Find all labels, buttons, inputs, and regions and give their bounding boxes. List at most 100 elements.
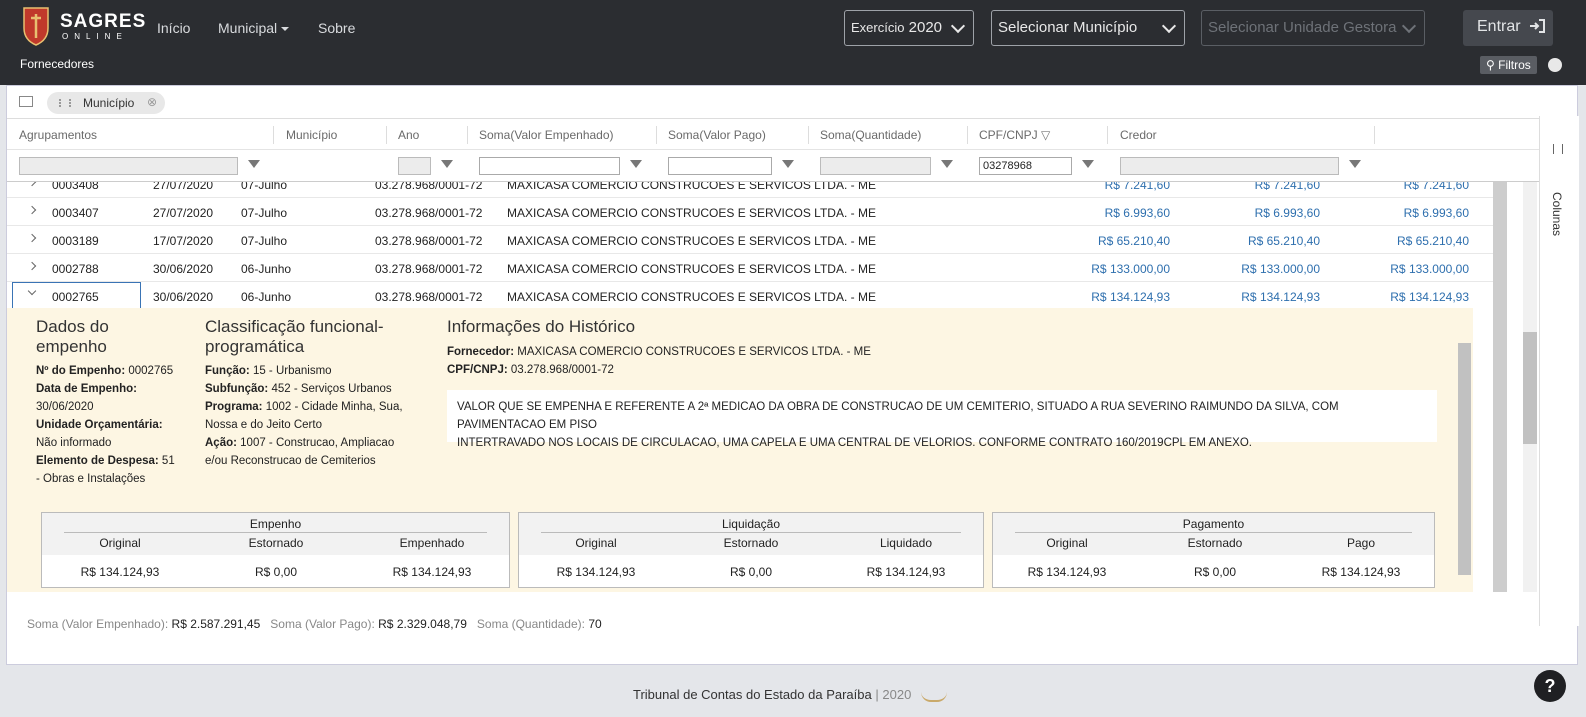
cell-mes: 07-Julho — [241, 206, 288, 220]
label: Subfunção: — [205, 383, 269, 395]
col-cpf-cnpj[interactable]: CPF/CNPJ ▽ — [979, 128, 1050, 142]
footer-org: Tribunal de Contas do Estado da Paraíba — [633, 687, 872, 702]
filter-row: 03278968 — [7, 150, 1559, 182]
col-agrupamentos[interactable]: Agrupamentos — [19, 128, 97, 142]
cell-credor: MAXICASA COMERCIO CONSTRUCOES E SERVICOS… — [507, 182, 876, 192]
col-soma-valor-pago[interactable]: Soma(Valor Pago) — [668, 128, 766, 142]
exercicio-select[interactable]: Exercício 2020 — [844, 10, 974, 46]
nav-municipal[interactable]: Municipal — [218, 20, 290, 36]
table-row-expanded[interactable]: 0002765 30/06/2020 06-Junho 03.278.968/0… — [7, 282, 1507, 308]
summary-col: Empenhado — [399, 536, 465, 550]
title-line: empenho — [36, 337, 107, 356]
col-soma-quantidade[interactable]: Soma(Quantidade) — [820, 128, 921, 142]
filter-icon[interactable] — [1349, 160, 1361, 168]
summary-value: R$ 134.124,93 — [80, 565, 160, 579]
chevron-right-icon[interactable] — [27, 205, 37, 215]
filter-valor-empenhado-input[interactable] — [479, 157, 620, 175]
summary-title: Empenho — [249, 517, 302, 531]
cell-data: 17/07/2020 — [153, 234, 214, 248]
filter-icon[interactable] — [1082, 160, 1094, 168]
cell-valor-liquidado: R$ 134.124,93 — [1241, 290, 1320, 304]
col-soma-valor-empenhado[interactable]: Soma(Valor Empenhado) — [479, 128, 614, 142]
cell-cnpj: 03.278.968/0001-72 — [375, 206, 483, 220]
cell-numero: 0003408 — [52, 182, 99, 192]
filter-cpf-cnpj-input[interactable]: 03278968 — [979, 157, 1072, 175]
summary-value: R$ 134.124,93 — [866, 565, 946, 579]
columns-icon — [1553, 144, 1563, 154]
login-button[interactable]: Entrar — [1463, 10, 1553, 46]
cell-data: 27/07/2020 — [153, 206, 214, 220]
grid-scrollbar-thumb[interactable] — [1493, 182, 1507, 592]
filter-ano-input[interactable] — [398, 157, 431, 175]
table-row[interactable]: 0003407 27/07/2020 07-Julho 03.278.968/0… — [7, 198, 1507, 226]
title-line: Classificação funcional- — [205, 317, 384, 336]
unidade-gestora-select[interactable]: Selecionar Unidade Gestora — [1201, 10, 1425, 46]
value: 15 - Urbanismo — [252, 365, 332, 377]
column-divider[interactable] — [1374, 126, 1375, 144]
help-button[interactable]: ? — [1534, 670, 1566, 702]
summary-value: R$ 134.124,93 — [556, 565, 636, 579]
outer-scrollbar-thumb[interactable] — [1523, 332, 1537, 444]
col-municipio[interactable]: Município — [286, 128, 337, 142]
cell-credor: MAXICASA COMERCIO CONSTRUCOES E SERVICOS… — [507, 290, 876, 304]
summary-col: Estornado — [723, 536, 779, 550]
municipio-select[interactable]: Selecionar Município — [991, 10, 1185, 46]
total-pago-label: Soma (Valor Pago): — [270, 617, 375, 631]
filters-button[interactable]: ⚲ Filtros — [1480, 56, 1537, 74]
col-credor[interactable]: Credor — [1120, 128, 1157, 142]
settings-icon[interactable] — [1548, 58, 1562, 72]
data-grid-panel: Município ⊗ Agrupamentos Município Ano S… — [6, 85, 1579, 665]
filter-agrupamentos-input[interactable] — [19, 157, 238, 175]
chevron-right-icon[interactable] — [27, 233, 37, 243]
column-divider[interactable] — [386, 126, 387, 144]
brand[interactable]: SAGRES ONLINE — [60, 12, 146, 42]
col-ano[interactable]: Ano — [398, 128, 419, 142]
summary-header: Liquidação Original Estornado Liquidado — [519, 513, 983, 555]
empenho-summary: Empenho Original Estornado Empenhado R$ … — [41, 512, 510, 588]
table-row[interactable]: 0003189 17/07/2020 07-Julho 03.278.968/0… — [7, 226, 1507, 254]
drag-handle-icon[interactable] — [59, 99, 71, 107]
chevron-right-icon[interactable] — [27, 182, 37, 187]
nav-inicio[interactable]: Início — [157, 20, 190, 36]
filter-quantidade-input[interactable] — [820, 157, 931, 175]
filter-icon[interactable] — [782, 160, 794, 168]
label: Unidade Orçamentária: — [36, 419, 163, 431]
filter-icon[interactable] — [441, 160, 453, 168]
sagres-logo-icon[interactable] — [22, 6, 50, 46]
table-row[interactable]: 0002788 30/06/2020 06-Junho 03.278.968/0… — [7, 254, 1507, 282]
tce-50-anos-logo-icon — [920, 686, 947, 702]
cell-valor-pago: R$ 65.210,40 — [1396, 234, 1469, 248]
col-cpf-cnpj-label: CPF/CNPJ — [979, 128, 1038, 142]
label: Função: — [205, 365, 250, 377]
value: 30/06/2020 — [36, 401, 94, 413]
column-divider[interactable] — [656, 126, 657, 144]
columns-side-panel[interactable]: Colunas — [1539, 116, 1579, 626]
column-divider[interactable] — [967, 126, 968, 144]
column-divider[interactable] — [808, 126, 809, 144]
filter-icon[interactable] — [941, 160, 953, 168]
label: Ação: — [205, 437, 237, 449]
value: e/ou Reconstrucao de Cemiterios — [205, 455, 376, 467]
filter-icon[interactable] — [630, 160, 642, 168]
cell-cnpj: 03.278.968/0001-72 — [375, 262, 483, 276]
filter-icon[interactable] — [248, 160, 260, 168]
classificacao-title: Classificação funcional- programática — [205, 317, 384, 357]
cell-valor-empenhado: R$ 7.241,60 — [1104, 182, 1170, 192]
filter-valor-pago-input[interactable] — [668, 157, 772, 175]
column-divider[interactable] — [467, 126, 468, 144]
nav-sobre[interactable]: Sobre — [318, 20, 355, 36]
summary-value: R$ 0,00 — [729, 565, 773, 579]
detail-scrollbar-thumb[interactable] — [1458, 343, 1471, 575]
group-chip-municipio[interactable]: Município ⊗ — [47, 92, 165, 114]
summary-col: Liquidado — [879, 536, 933, 550]
column-divider[interactable] — [1107, 126, 1108, 144]
close-icon[interactable]: ⊗ — [147, 95, 157, 109]
summary-col: Estornado — [248, 536, 304, 550]
table-row[interactable]: 0003408 27/07/2020 07-Julho 03.278.968/0… — [7, 182, 1507, 198]
chevron-right-icon[interactable] — [27, 261, 37, 271]
group-panel-icon[interactable] — [19, 96, 33, 107]
dados-empenho-body: Nº do Empenho: 0002765 Data de Empenho: … — [36, 362, 176, 488]
filter-credor-input[interactable] — [1120, 157, 1339, 175]
chevron-down-icon — [1401, 18, 1417, 34]
column-divider[interactable] — [273, 126, 274, 144]
